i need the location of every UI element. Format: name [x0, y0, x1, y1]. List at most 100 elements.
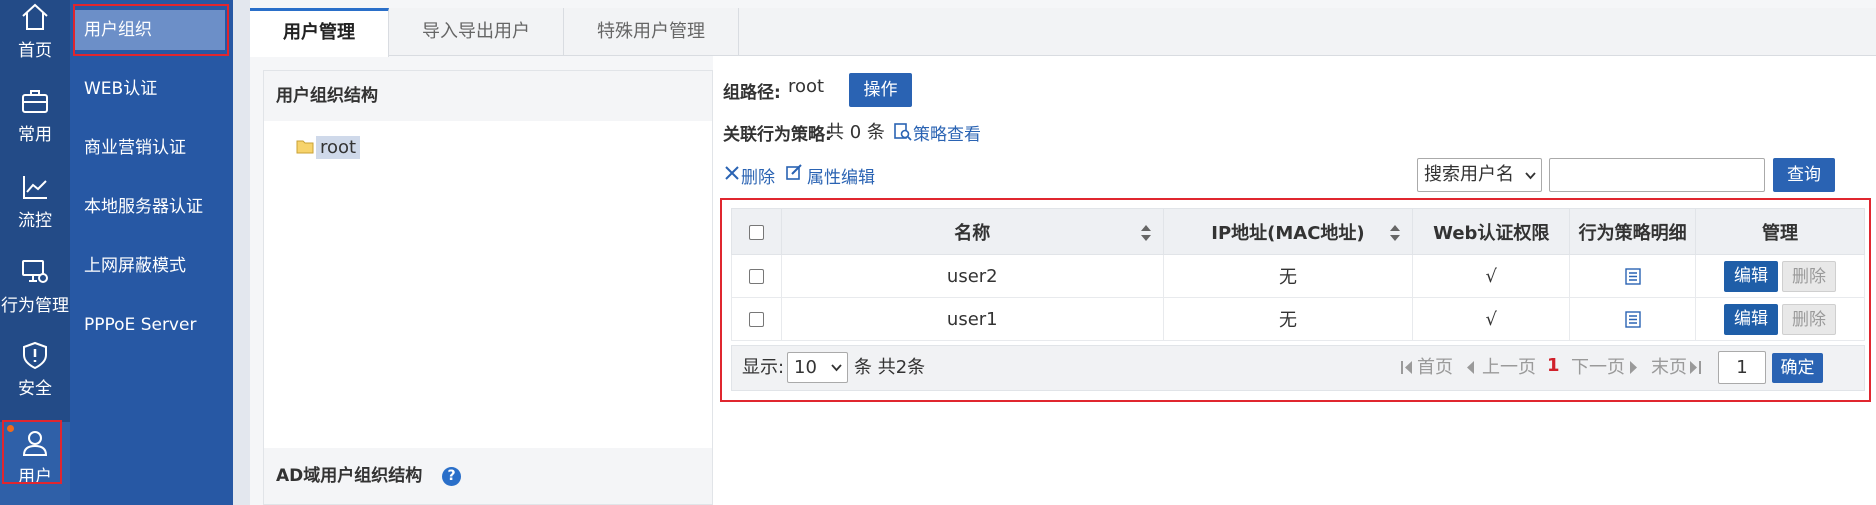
rail-label: 常用 [18, 125, 52, 145]
rail-label: 流控 [18, 211, 52, 231]
col-name-label: 名称 [954, 222, 991, 244]
search-doc-icon [894, 123, 912, 141]
list-detail-icon[interactable] [1624, 268, 1641, 285]
last-page-button[interactable]: 末页 [1651, 346, 1687, 390]
page-size-select[interactable]: 10 [787, 352, 848, 383]
policy-count: 共 0 条 [826, 122, 885, 143]
page-size-label: 显示: [742, 357, 785, 378]
policy-label: 关联行为策略: [723, 125, 832, 145]
chevron-down-icon [1525, 172, 1536, 180]
search-input[interactable] [1549, 158, 1765, 192]
list-detail-icon[interactable] [1624, 311, 1641, 328]
user-table-box: 名称 IP地址(MAC地址) Web认证权限 行为策略明细 管理 user2 无… [720, 198, 1871, 402]
table-row: user2 无 √ 编辑 删除 [731, 254, 1865, 298]
cell-manage: 编辑 删除 [1695, 297, 1865, 341]
rail-label: 行为管理 [1, 296, 69, 316]
next-page-icon [1630, 361, 1637, 374]
rail-label: 安全 [18, 379, 52, 399]
cell-manage: 编辑 删除 [1695, 254, 1865, 298]
cell-web-auth: √ [1412, 254, 1571, 298]
last-page-icon [1690, 361, 1701, 374]
tree-node-root[interactable]: root [316, 136, 361, 159]
user-table: 名称 IP地址(MAC地址) Web认证权限 行为策略明细 管理 user2 无… [731, 208, 1865, 341]
cell-name: user2 [780, 254, 1164, 298]
folder-icon [296, 140, 314, 154]
rail-item-home[interactable]: 首页 [0, 0, 70, 84]
table-header-row: 名称 IP地址(MAC地址) Web认证权限 行为策略明细 管理 [731, 208, 1865, 255]
rail-label: 首页 [18, 41, 52, 61]
search-field-select[interactable]: 搜索用户名 [1417, 158, 1542, 192]
submenu-item-marketing-auth[interactable]: 商业营销认证 [70, 128, 233, 168]
sort-icon [1140, 225, 1151, 241]
col-manage-header: 管理 [1695, 208, 1865, 255]
user-list-panel: 组路径: root 操作 关联行为策略: 共 0 条 策略查看 删除 属性编辑 … [713, 56, 1876, 505]
rail-item-security[interactable]: 安全 [0, 338, 70, 422]
current-page: 1 [1547, 355, 1560, 376]
notification-dot [7, 425, 14, 432]
col-policy-header: 行为策略明细 [1569, 208, 1697, 255]
table-row: user1 无 √ 编辑 删除 [731, 297, 1865, 341]
ad-tree-heading: AD域用户组织结构 ? [264, 448, 712, 504]
cell-web-auth: √ [1412, 297, 1571, 341]
group-path-label: 组路径: [723, 83, 781, 103]
cell-ip: 无 [1162, 254, 1414, 298]
edit-button[interactable]: 编辑 [1724, 303, 1779, 335]
org-tree-heading: 用户组织结构 [264, 71, 712, 121]
briefcase-icon [22, 90, 48, 113]
operate-button[interactable]: 操作 [849, 73, 912, 107]
delete-link[interactable]: 删除 [741, 163, 775, 188]
submenu-item-pppoe-server[interactable]: PPPoE Server [70, 305, 233, 345]
ad-tree-heading-text: AD域用户组织结构 [276, 466, 423, 486]
edit-icon [786, 164, 802, 180]
first-page-button[interactable]: 首页 [1417, 346, 1453, 390]
edit-attributes-link[interactable]: 属性编辑 [807, 163, 875, 188]
monitor-settings-icon [22, 260, 48, 283]
home-icon [22, 3, 48, 30]
edit-button[interactable]: 编辑 [1724, 260, 1779, 292]
cell-policy-detail [1569, 297, 1697, 341]
query-button[interactable]: 查询 [1773, 158, 1835, 192]
tab-user-management[interactable]: 用户管理 [250, 8, 389, 57]
page-size-value: 10 [794, 357, 817, 378]
chart-icon [23, 176, 47, 199]
row-checkbox-cell [731, 254, 782, 298]
policy-view-link[interactable]: 策略查看 [913, 120, 981, 145]
col-name-header[interactable]: 名称 [780, 208, 1164, 255]
cell-ip: 无 [1162, 297, 1414, 341]
select-all-checkbox[interactable] [748, 224, 764, 240]
shield-icon [23, 341, 47, 370]
divider [233, 0, 250, 505]
col-ip-header[interactable]: IP地址(MAC地址) [1162, 208, 1414, 255]
chevron-down-icon [831, 364, 842, 372]
row-checkbox[interactable] [748, 269, 764, 284]
submenu-item-local-server-auth[interactable]: 本地服务器认证 [70, 187, 233, 227]
col-web-header: Web认证权限 [1412, 208, 1571, 255]
row-checkbox[interactable] [748, 312, 764, 327]
submenu-item-block-mode[interactable]: 上网屏蔽模式 [70, 246, 233, 286]
delete-button[interactable]: 删除 [1782, 303, 1837, 335]
total-count: 条 共2条 [854, 357, 926, 378]
prev-page-button[interactable]: 上一页 [1482, 346, 1536, 390]
submenu-item-web-auth[interactable]: WEB认证 [70, 69, 233, 109]
prev-page-icon [1467, 361, 1474, 374]
cell-name: user1 [780, 297, 1164, 341]
tab-import-export[interactable]: 导入导出用户 [389, 8, 564, 56]
next-page-button[interactable]: 下一页 [1571, 346, 1625, 390]
submenu-item-user-org[interactable]: 用户组织 [75, 10, 225, 50]
search-field-select-value: 搜索用户名 [1424, 164, 1514, 185]
goto-page-input[interactable]: 1 [1718, 351, 1766, 384]
goto-confirm-button[interactable]: 确定 [1772, 353, 1823, 383]
icon-rail: 首页 常用 流控 行为管理 安全 用户 [0, 0, 70, 505]
rail-item-flow[interactable]: 流控 [0, 170, 70, 254]
help-icon[interactable]: ? [442, 467, 461, 486]
rail-item-common[interactable]: 常用 [0, 86, 70, 170]
tab-special-users[interactable]: 特殊用户管理 [564, 8, 739, 56]
close-x-icon [725, 166, 739, 180]
select-all-header [731, 208, 782, 255]
pagination-bar: 显示: 10 条 共2条 首页 上一页 1 下一页 末页 1 确定 [731, 345, 1865, 391]
first-page-icon [1401, 361, 1412, 374]
col-ip-label: IP地址(MAC地址) [1211, 222, 1365, 244]
cell-policy-detail [1569, 254, 1697, 298]
rail-item-behavior[interactable]: 行为管理 [0, 255, 70, 339]
delete-button[interactable]: 删除 [1782, 260, 1837, 292]
